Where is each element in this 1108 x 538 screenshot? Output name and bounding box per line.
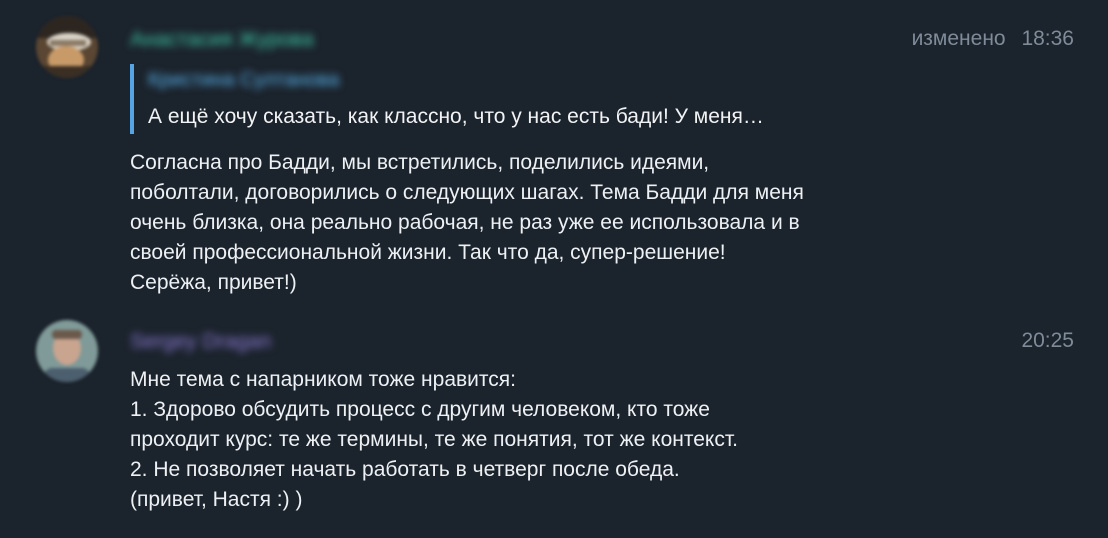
message-text: Согласна про Бадди, мы встретились, поде… (130, 148, 804, 298)
chat-history: Анастасия Журова изменено 18:36 Кристина… (0, 0, 1108, 538)
message-line: Серёжа, привет!) (130, 271, 297, 294)
message-text: Мне тема с напарником тоже нравится: 1. … (130, 365, 738, 515)
sender-name[interactable]: Анастасия Журова (130, 28, 314, 52)
reply-text: А ещё хочу сказать, как классно, что у н… (148, 105, 764, 128)
reply-quote[interactable]: Кристина Султанова А ещё хочу сказать, к… (130, 64, 764, 134)
edited-label: изменено (911, 27, 1006, 50)
message-line: 2. Не позволяет начать работать в четвер… (130, 458, 680, 481)
message-line: Мне тема с напарником тоже нравится: (130, 368, 516, 391)
message-line: очень близка, она реально рабочая, не ра… (130, 211, 800, 234)
message-meta: изменено 18:36 (912, 27, 1074, 51)
sender-name[interactable]: Sergey Dragan (130, 330, 271, 354)
message-meta: 20:25 (1021, 329, 1074, 353)
reply-author: Кристина Султанова (148, 69, 340, 91)
message-line: проходит курс: те же термины, те же поня… (130, 428, 738, 451)
message-line: 1. Здорово обсудить процесс с другим чел… (130, 398, 710, 421)
message-line: (привет, Настя :) ) (130, 488, 303, 511)
message-line: своей профессиональной жизни. Так что да… (130, 241, 726, 264)
avatar[interactable] (36, 16, 98, 78)
message-line: Согласна про Бадди, мы встретились, поде… (130, 151, 710, 174)
avatar[interactable] (36, 320, 98, 382)
message-line: поболтали, договорились о следующих шага… (130, 181, 804, 204)
message-time: 18:36 (1021, 27, 1074, 50)
message-time: 20:25 (1021, 329, 1074, 352)
